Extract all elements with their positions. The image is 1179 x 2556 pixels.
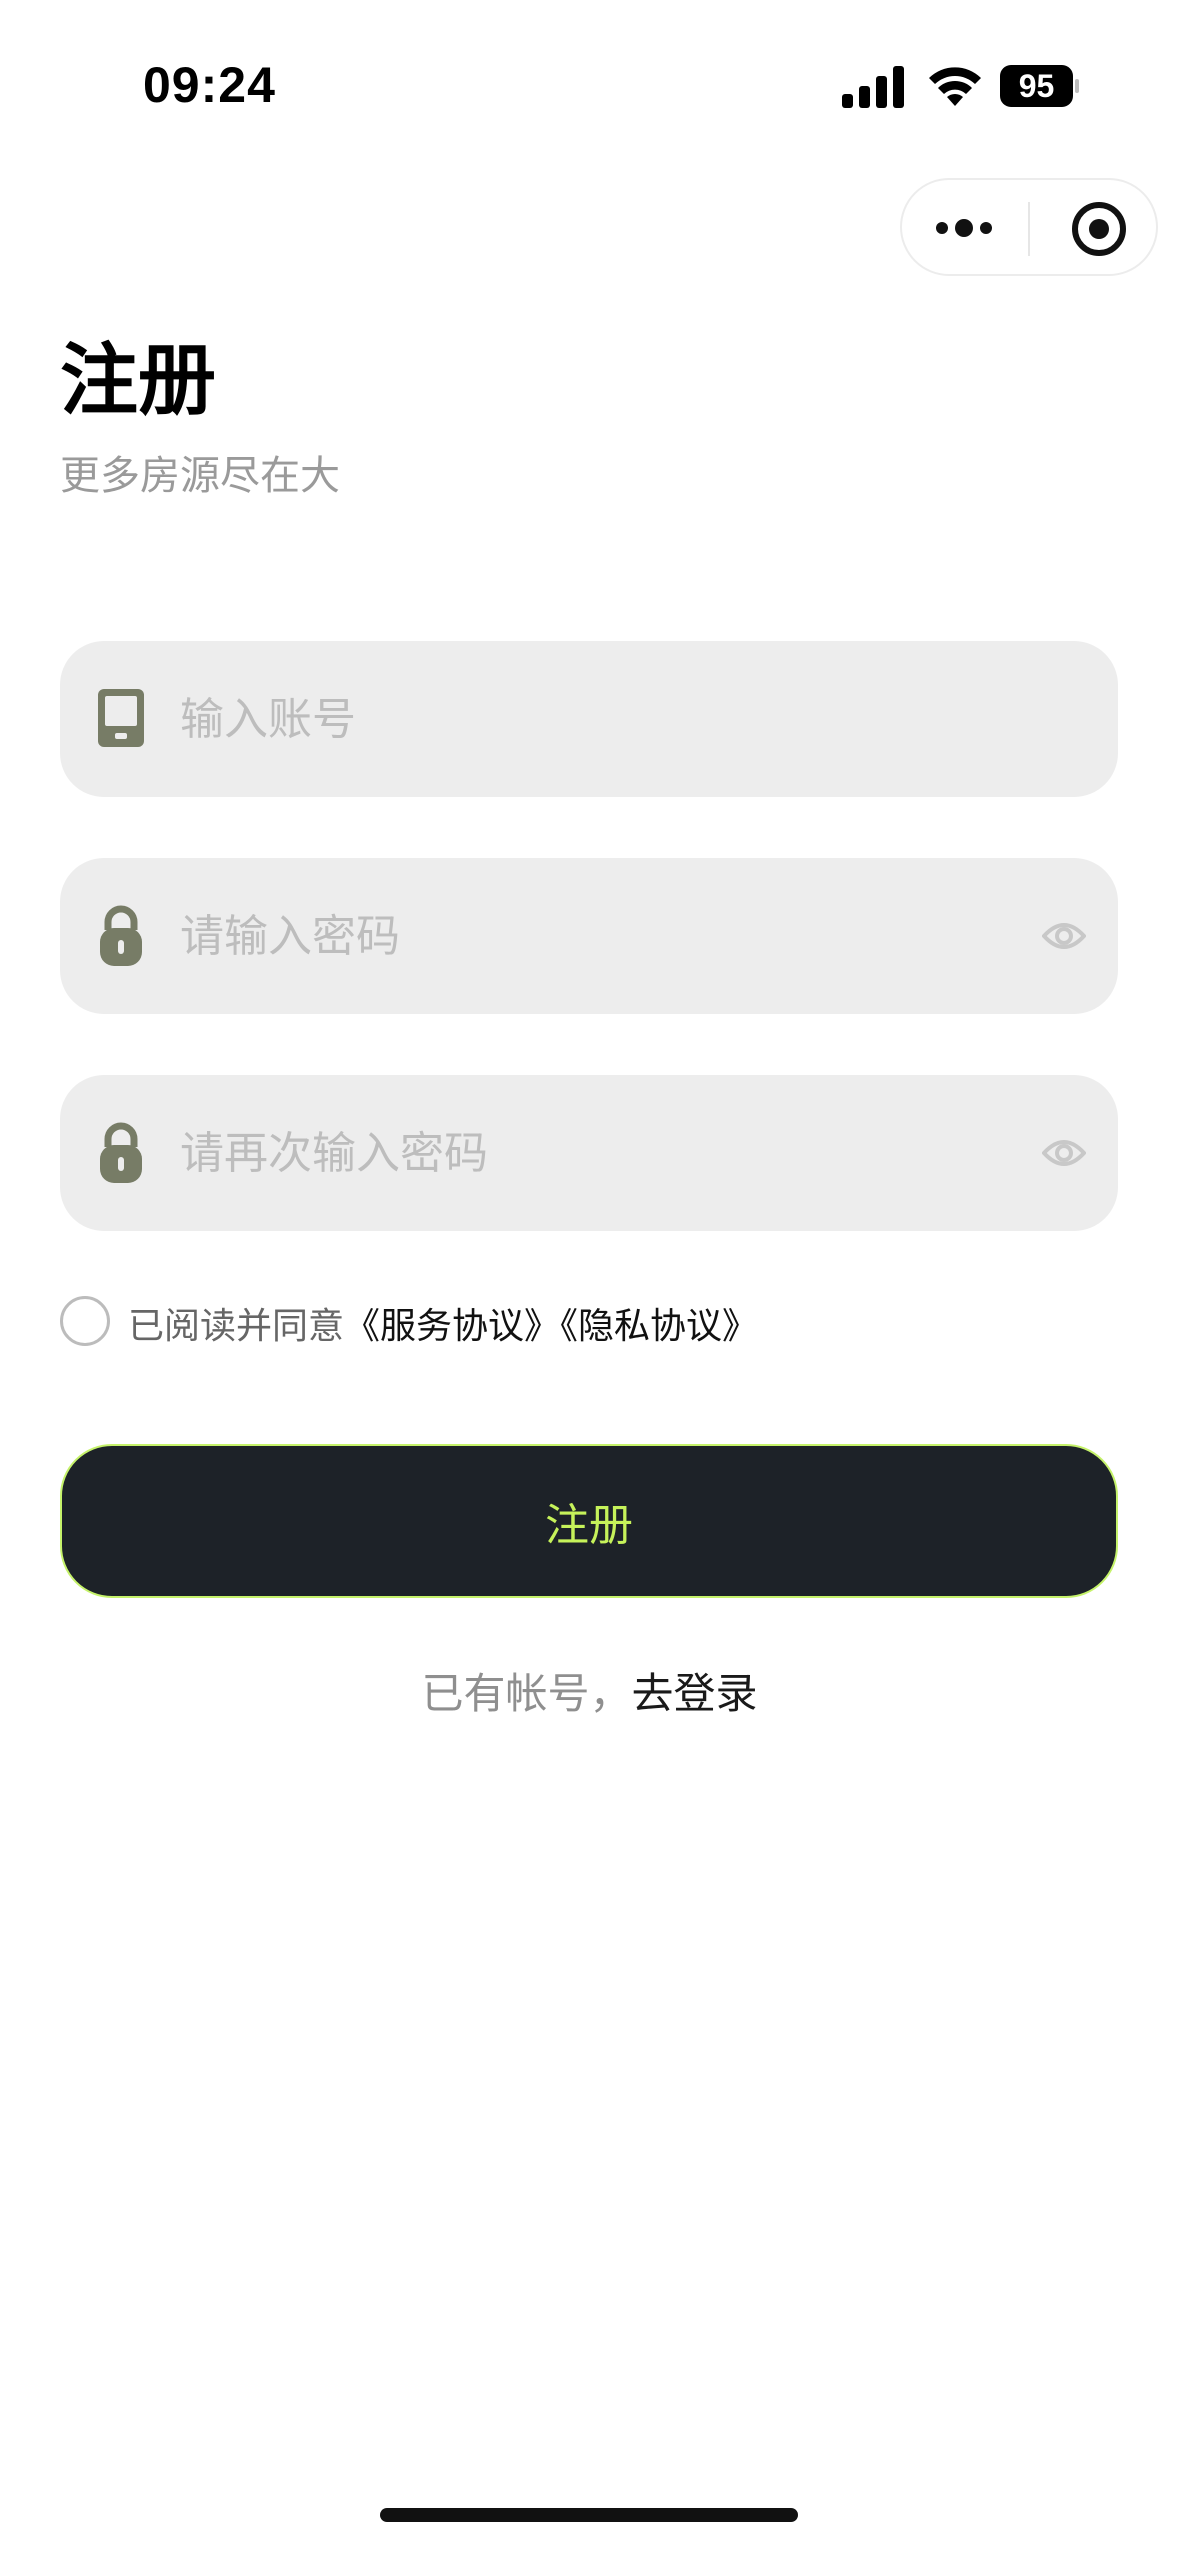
privacy-agreement-link[interactable]: 《隐私协议》 bbox=[560, 1306, 758, 1347]
page-subtitle: 更多房源尽在大 bbox=[60, 453, 340, 499]
eye-icon[interactable] bbox=[1042, 916, 1086, 956]
confirm-password-field[interactable] bbox=[60, 1075, 1118, 1231]
capsule-divider bbox=[1028, 202, 1030, 256]
password-input[interactable] bbox=[180, 858, 1060, 1014]
battery-level: 95 bbox=[1018, 67, 1055, 104]
register-page: 09:24 95 注册 更多房源尽在大 输入账号 已阅读并同意《服务协议》《隐私… bbox=[0, 0, 1179, 2556]
password-field[interactable] bbox=[60, 858, 1118, 1014]
status-time: 09:24 bbox=[143, 57, 276, 113]
signal-icon bbox=[842, 66, 904, 108]
home-indicator bbox=[380, 2508, 798, 2522]
phone-icon bbox=[98, 689, 144, 747]
lock-icon bbox=[100, 905, 142, 966]
page-title: 注册 bbox=[60, 336, 217, 426]
account-field[interactable] bbox=[60, 641, 1118, 797]
agreement-checkbox[interactable] bbox=[60, 1296, 110, 1346]
wifi-icon bbox=[929, 67, 981, 106]
login-row: 已有帐号，去登录 bbox=[0, 1660, 1179, 1721]
service-agreement-link[interactable]: 《服务协议》 bbox=[344, 1306, 560, 1347]
agreement-prefix: 已阅读并同意 bbox=[128, 1306, 345, 1347]
close-target-icon[interactable] bbox=[1070, 200, 1128, 258]
eye-icon[interactable] bbox=[1042, 1133, 1086, 1173]
account-input[interactable] bbox=[180, 641, 1060, 797]
login-prompt: 已有帐号， bbox=[421, 1669, 632, 1718]
go-login-link[interactable]: 去登录 bbox=[632, 1669, 758, 1718]
lock-icon bbox=[100, 1122, 142, 1183]
register-button[interactable]: 注册 bbox=[60, 1444, 1118, 1598]
more-icon[interactable] bbox=[932, 208, 996, 248]
capsule-menu bbox=[900, 178, 1158, 276]
confirm-password-input[interactable] bbox=[180, 1075, 1060, 1231]
agreement-text: 已阅读并同意《服务协议》《隐私协议》 bbox=[128, 1297, 758, 1349]
